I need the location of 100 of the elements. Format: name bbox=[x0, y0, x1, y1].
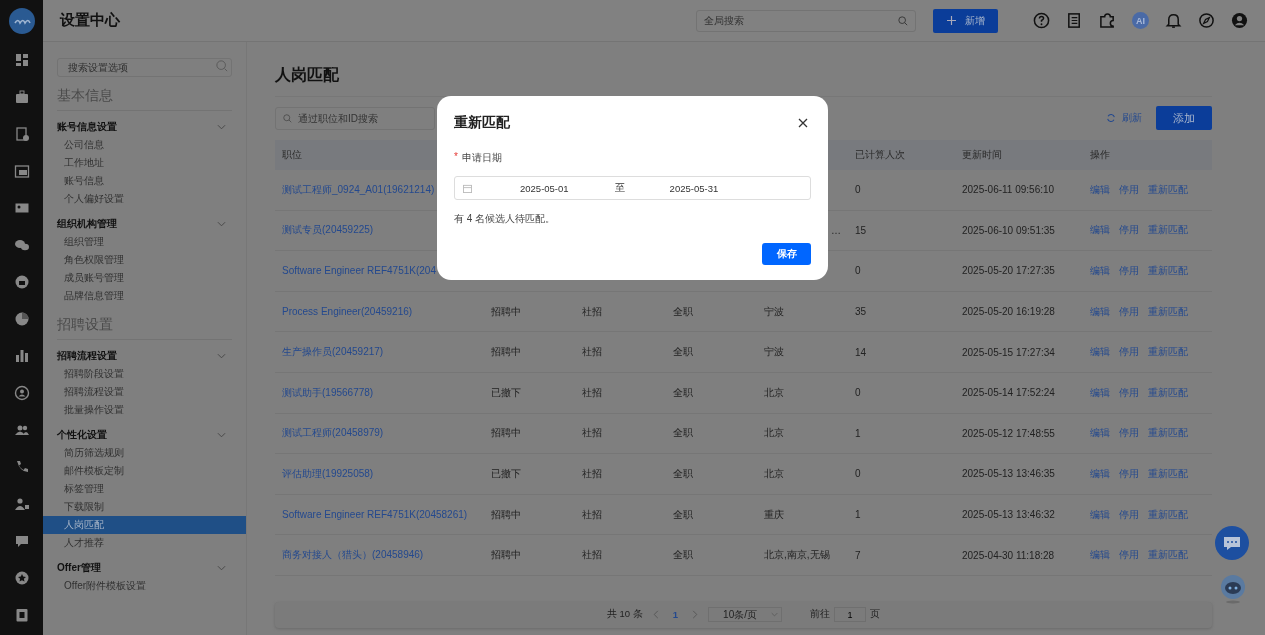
ai-assistant-icon[interactable]: AI bbox=[1132, 12, 1149, 29]
action-link[interactable]: 停用 bbox=[1119, 223, 1139, 238]
action-link[interactable]: 重新匹配 bbox=[1148, 223, 1188, 238]
pie-chart-icon[interactable] bbox=[13, 311, 30, 327]
sidebar-item[interactable]: 简历筛选规则 bbox=[43, 444, 246, 462]
action-link[interactable]: 编辑 bbox=[1090, 182, 1110, 197]
action-link[interactable]: 编辑 bbox=[1090, 426, 1110, 441]
table-cell: 14 bbox=[855, 346, 867, 358]
table-cell: 0 bbox=[855, 184, 861, 196]
action-link[interactable]: 停用 bbox=[1119, 548, 1139, 563]
page-number[interactable]: 1 bbox=[668, 609, 683, 621]
new-button[interactable]: 新增 bbox=[933, 8, 998, 33]
group-heading[interactable]: 组织机构管理 bbox=[57, 217, 117, 231]
sidebar-item[interactable]: 成员账号管理 bbox=[43, 269, 246, 287]
save-button[interactable]: 保存 bbox=[762, 243, 811, 265]
sidebar-item[interactable]: 人岗匹配 bbox=[43, 516, 246, 534]
action-link[interactable]: 重新匹配 bbox=[1148, 345, 1188, 360]
position-link[interactable]: 测试工程师_0924_A01(19621214) bbox=[282, 183, 435, 195]
action-link[interactable]: 停用 bbox=[1119, 507, 1139, 522]
group-heading[interactable]: 招聘流程设置 bbox=[57, 349, 117, 363]
sidebar-item[interactable]: 品牌信息管理 bbox=[43, 287, 246, 305]
action-link[interactable]: 编辑 bbox=[1090, 507, 1110, 522]
action-link[interactable]: 重新匹配 bbox=[1148, 385, 1188, 400]
position-link[interactable]: 评估助理(19925058) bbox=[282, 467, 374, 479]
action-link[interactable]: 重新匹配 bbox=[1148, 304, 1188, 319]
sidebar-item[interactable]: 招聘阶段设置 bbox=[43, 365, 246, 383]
sidebar-item[interactable]: 个人偏好设置 bbox=[43, 190, 246, 208]
sidebar-item[interactable]: 批量操作设置 bbox=[43, 401, 246, 419]
table-cell: 社招 bbox=[582, 346, 602, 358]
page-input[interactable]: 1 bbox=[834, 607, 867, 623]
user-circle-icon[interactable] bbox=[13, 385, 30, 401]
action-link[interactable]: 停用 bbox=[1119, 385, 1139, 400]
chat-bubbles-icon[interactable] bbox=[13, 237, 30, 253]
sidebar-item[interactable]: 角色权限管理 bbox=[43, 251, 246, 269]
puzzle-icon[interactable] bbox=[1099, 12, 1116, 29]
document-icon[interactable] bbox=[13, 126, 30, 142]
user-avatar-icon[interactable] bbox=[1231, 12, 1248, 29]
action-link[interactable]: 编辑 bbox=[1090, 466, 1110, 481]
help-icon[interactable] bbox=[1033, 12, 1050, 29]
action-link[interactable]: 重新匹配 bbox=[1148, 264, 1188, 278]
date-range-field[interactable]: 2025-05-01 至 2025-05-31 bbox=[454, 176, 811, 200]
sidebar-item[interactable]: 公司信息 bbox=[43, 136, 246, 154]
position-link[interactable]: Software Engineer REF4751K(204 bbox=[282, 265, 436, 277]
message-icon[interactable] bbox=[13, 533, 30, 549]
position-link[interactable]: 测试工程师(20458979) bbox=[282, 427, 384, 439]
group-heading[interactable]: 账号信息设置 bbox=[57, 120, 117, 134]
add-button[interactable]: 添加 bbox=[1156, 106, 1212, 130]
action-link[interactable]: 停用 bbox=[1119, 466, 1139, 481]
document-icon[interactable] bbox=[1066, 12, 1083, 29]
position-link[interactable]: Software Engineer REF4751K(20458261) bbox=[282, 509, 468, 521]
user-group-icon[interactable] bbox=[13, 496, 30, 512]
page-size-select[interactable]: 10条/页 bbox=[708, 607, 783, 623]
refresh-button[interactable]: 刷新 bbox=[1106, 111, 1142, 125]
action-link[interactable]: 停用 bbox=[1119, 264, 1139, 278]
sidebar-item[interactable]: 邮件模板定制 bbox=[43, 462, 246, 480]
logo-icon[interactable] bbox=[8, 8, 35, 34]
sidebar-item[interactable]: Offer附件模板设置 bbox=[43, 577, 246, 595]
sidebar-item[interactable]: 账号信息 bbox=[43, 172, 246, 190]
sidebar-item[interactable]: 标签管理 bbox=[43, 480, 246, 498]
dashboard-icon[interactable] bbox=[13, 52, 30, 68]
action-link[interactable]: 重新匹配 bbox=[1148, 507, 1188, 522]
action-link[interactable]: 编辑 bbox=[1090, 304, 1110, 319]
action-link[interactable]: 停用 bbox=[1119, 426, 1139, 441]
sidebar-item[interactable]: 下载限制 bbox=[43, 498, 246, 516]
calendar-icon[interactable] bbox=[13, 163, 30, 179]
action-link[interactable]: 重新匹配 bbox=[1148, 548, 1188, 563]
action-link[interactable]: 编辑 bbox=[1090, 223, 1110, 238]
position-link[interactable]: 测试专员(20459225) bbox=[282, 224, 374, 236]
settings-search-field[interactable]: 搜索设置选项 bbox=[57, 58, 232, 77]
table-cell: 宁波 bbox=[764, 346, 784, 358]
action-link[interactable]: 停用 bbox=[1119, 182, 1139, 197]
search-icon[interactable] bbox=[898, 15, 908, 26]
position-link[interactable]: 商务对接人（猎头）(20458946) bbox=[282, 549, 424, 561]
close-icon[interactable] bbox=[798, 118, 808, 128]
action-link[interactable]: 停用 bbox=[1119, 345, 1139, 360]
position-search-field[interactable]: 通过职位和ID搜索 bbox=[275, 106, 435, 130]
sidebar-item[interactable]: 组织管理 bbox=[43, 233, 246, 251]
action-link[interactable]: 编辑 bbox=[1090, 548, 1110, 563]
action-link[interactable]: 编辑 bbox=[1090, 385, 1110, 400]
robot-assistant-icon[interactable] bbox=[1220, 574, 1246, 604]
action-link[interactable]: 重新匹配 bbox=[1148, 182, 1188, 197]
position-link[interactable]: Process Engineer(20459216) bbox=[282, 306, 413, 318]
position-link[interactable]: 测试助手(19566778) bbox=[282, 386, 374, 398]
notification-bell-icon[interactable] bbox=[1165, 12, 1182, 29]
global-search-field[interactable]: 全局搜索 bbox=[696, 9, 916, 32]
sidebar-item[interactable]: 招聘流程设置 bbox=[43, 383, 246, 401]
action-link[interactable]: 编辑 bbox=[1090, 345, 1110, 360]
chat-button-icon[interactable] bbox=[1215, 526, 1249, 560]
bar-chart-icon[interactable] bbox=[13, 348, 30, 364]
action-link[interactable]: 停用 bbox=[1119, 304, 1139, 319]
action-link[interactable]: 编辑 bbox=[1090, 264, 1110, 278]
briefcase-icon[interactable] bbox=[13, 89, 30, 105]
sidebar-item[interactable]: 工作地址 bbox=[43, 154, 246, 172]
group-heading[interactable]: 个性化设置 bbox=[57, 428, 107, 442]
sidebar-item[interactable]: 人才推荐 bbox=[43, 534, 246, 552]
position-link[interactable]: 生产操作员(20459217) bbox=[282, 346, 384, 358]
compass-icon[interactable] bbox=[1198, 12, 1215, 29]
action-link[interactable]: 重新匹配 bbox=[1148, 426, 1188, 441]
action-link[interactable]: 重新匹配 bbox=[1148, 466, 1188, 481]
group-heading[interactable]: Offer管理 bbox=[57, 561, 101, 575]
